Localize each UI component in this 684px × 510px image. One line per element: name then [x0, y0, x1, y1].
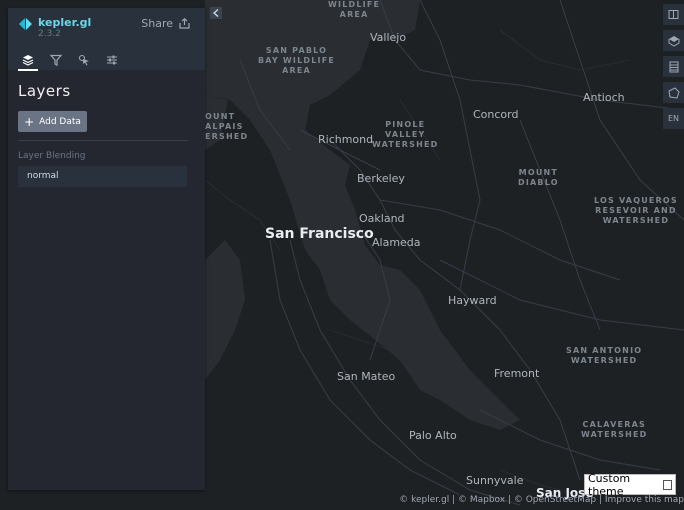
map-label-san-pablo-bay: SAN PABLO BAY WILDLIFE AREA	[258, 46, 336, 75]
draw-button[interactable]	[663, 82, 684, 103]
app-name: kepler.gl	[38, 16, 92, 29]
layer-blending-label: Layer Blending	[18, 151, 86, 161]
panel-header: kepler.gl 2.3.2 Share	[8, 8, 205, 71]
custom-theme-label: Custom theme	[588, 471, 631, 498]
chevron-left-icon	[213, 9, 219, 17]
map-label-fremont: Fremont	[494, 367, 540, 380]
map-label-antioch: Antioch	[583, 91, 625, 104]
share-icon	[179, 18, 190, 29]
panel-title: Layers	[18, 82, 71, 100]
map-label-richmond: Richmond	[318, 133, 374, 146]
language-button[interactable]: EN	[663, 108, 684, 129]
add-data-button[interactable]: + Add Data	[18, 111, 87, 132]
map-label-pinole-valley: PINOLE VALLEY WATERSHED	[372, 120, 439, 149]
map-label-vallejo: Vallejo	[370, 31, 407, 44]
split-map-icon	[668, 10, 679, 19]
layers-icon	[22, 55, 34, 66]
tab-map-settings[interactable]	[102, 51, 122, 69]
map-label-alameda: Alameda	[372, 236, 421, 249]
map-label-wildlife-area: WILDLIFE AREA	[328, 0, 381, 19]
tab-filters[interactable]	[46, 51, 66, 69]
add-data-label: Add Data	[39, 116, 81, 127]
custom-theme-toggle[interactable]: Custom theme	[584, 471, 676, 498]
map-label-oakland: Oakland	[359, 212, 405, 225]
custom-theme-checkbox[interactable]	[662, 479, 672, 490]
draw-polygon-icon	[667, 86, 680, 99]
filters-icon	[50, 54, 62, 66]
attribution-text: © kepler.gl | © Mapbox | © OpenStreetMap…	[399, 495, 605, 505]
collapse-panel-button[interactable]	[210, 7, 222, 19]
language-label: EN	[667, 114, 680, 123]
app-version: 2.3.2	[38, 29, 61, 39]
map-label-calaveras: CALAVERAS WATERSHED	[581, 420, 648, 439]
layer-blending-select[interactable]: normal	[18, 166, 187, 187]
3d-map-button[interactable]	[663, 30, 684, 51]
side-panel: kepler.gl 2.3.2 Share Layers + Add Data …	[8, 8, 205, 490]
legend-button[interactable]	[663, 56, 684, 77]
plus-icon: +	[24, 114, 35, 129]
interactions-icon	[78, 54, 89, 66]
panel-tabs	[18, 51, 122, 71]
panel-divider	[18, 140, 188, 141]
split-map-button[interactable]	[663, 4, 684, 25]
map-label-san-francisco: San Francisco	[265, 226, 374, 242]
map-label-concord: Concord	[473, 108, 519, 121]
map-label-palo-alto: Palo Alto	[409, 429, 457, 442]
map-label-los-vaqueros: LOS VAQUEROS RESEVOIR AND WATERSHED	[594, 196, 678, 225]
map-label-sunnyvale: Sunnyvale	[466, 474, 524, 487]
map-label-mount-diablo: MOUNT DIABLO	[518, 168, 559, 187]
tab-layers[interactable]	[18, 51, 38, 71]
map-settings-icon	[107, 55, 117, 65]
tab-interactions[interactable]	[74, 51, 94, 69]
3d-map-icon	[668, 35, 679, 47]
map-label-san-mateo: San Mateo	[337, 370, 396, 383]
map-label-hayward: Hayward	[448, 294, 497, 307]
map-label-berkeley: Berkeley	[357, 172, 405, 185]
map-label-tamalpais: OUNT ALPAIS ERSHED	[205, 112, 249, 141]
legend-icon	[669, 61, 678, 72]
map-label-san-antonio: SAN ANTONIO WATERSHED	[566, 346, 643, 365]
share-label: Share	[141, 17, 173, 30]
kepler-logo-icon	[19, 18, 32, 30]
share-button[interactable]: Share	[141, 17, 190, 30]
